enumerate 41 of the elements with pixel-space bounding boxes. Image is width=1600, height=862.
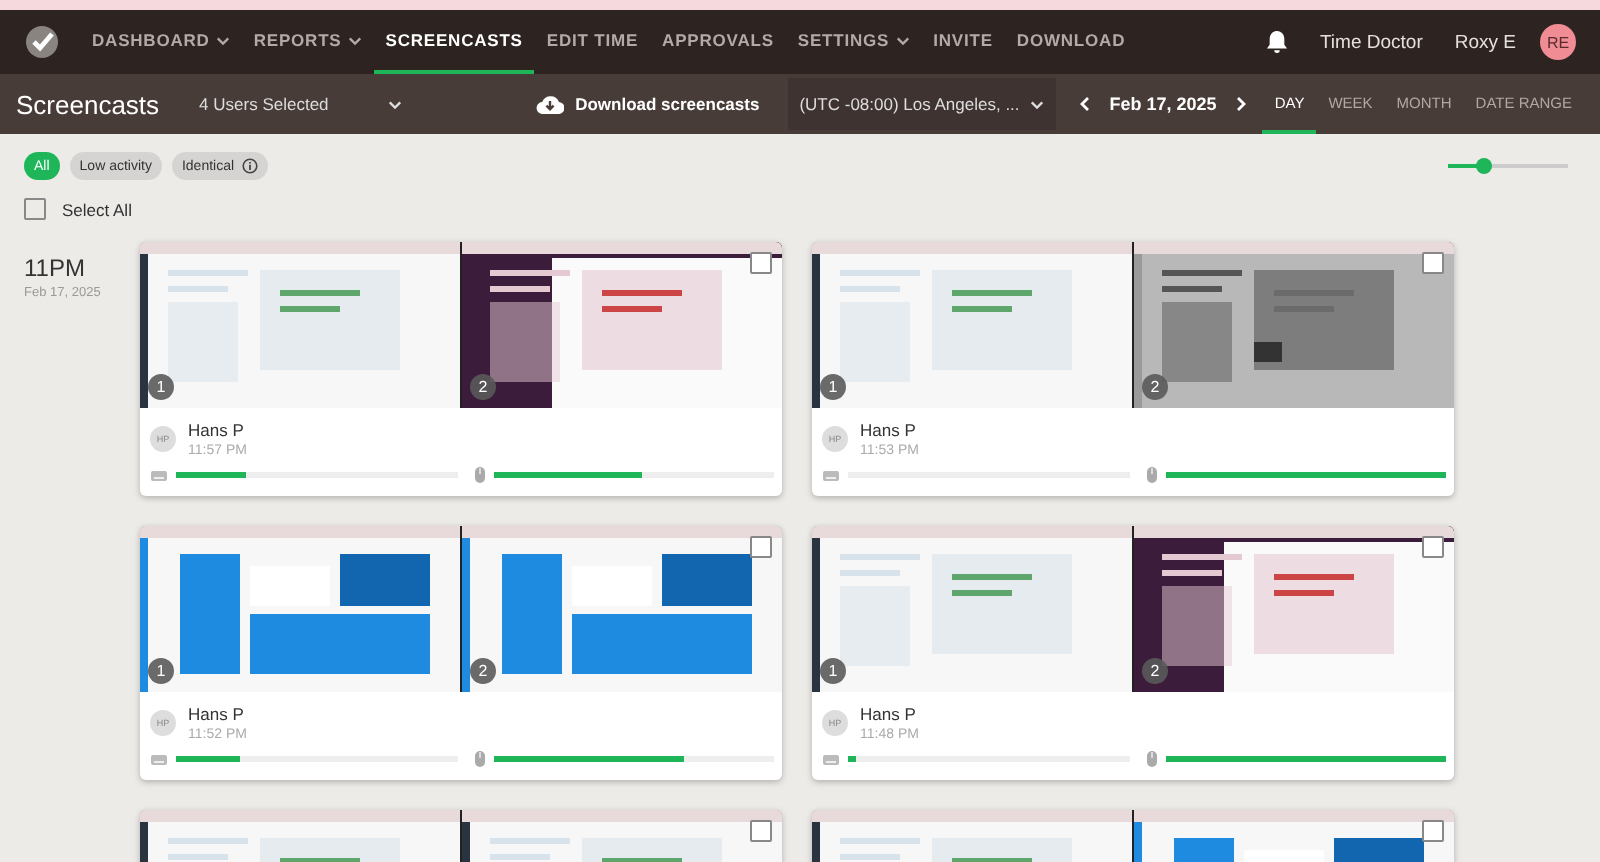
mouse-icon (473, 466, 485, 484)
nav-tab[interactable]: INVITE (921, 10, 1005, 74)
user-name: Hans P (188, 704, 246, 724)
card-checkbox[interactable] (1422, 252, 1444, 274)
keyboard-icon (150, 753, 168, 765)
user-name: Hans P (860, 420, 918, 440)
card-checkbox[interactable] (750, 536, 772, 558)
chevron-down-icon (388, 99, 403, 109)
cloud-download-icon (535, 94, 564, 114)
user-name[interactable]: Roxy E (1454, 31, 1516, 53)
page-title: Screencasts (16, 89, 160, 119)
checkmark-logo-icon[interactable] (24, 24, 60, 60)
mouse-icon (1145, 750, 1157, 768)
mouse-icon (473, 750, 485, 768)
hour-label: 11PM (24, 254, 87, 282)
download-button[interactable]: Download screencasts (523, 92, 772, 116)
nav-tab[interactable]: DASHBOARD (80, 10, 242, 74)
card-checkbox[interactable] (1422, 536, 1444, 558)
card-checkbox[interactable] (750, 252, 772, 274)
nav-tab[interactable]: EDIT TIME (534, 10, 651, 74)
nav-tab[interactable]: REPORTS (241, 10, 374, 74)
mouse-icon (1145, 466, 1157, 484)
user-avatar[interactable]: RE (1540, 24, 1576, 60)
slider-thumb[interactable] (1476, 158, 1492, 174)
chevron-down-icon (1029, 99, 1044, 109)
users-dropdown[interactable]: 4 Users Selected (199, 94, 403, 114)
company-name[interactable]: Time Doctor (1319, 31, 1423, 53)
select-all-checkbox[interactable] (24, 198, 46, 220)
timezone-dropdown[interactable]: (UTC -08:00) Los Angeles, ... (787, 78, 1056, 130)
current-date: Feb 17, 2025 (1109, 94, 1217, 114)
user-name: Hans P (860, 704, 918, 724)
card-checkbox[interactable] (1422, 820, 1444, 842)
nav-tab[interactable]: APPROVALS (650, 10, 786, 74)
card-checkbox[interactable] (750, 820, 772, 842)
keyboard-icon (150, 469, 168, 481)
nav-tab[interactable]: DOWNLOAD (1004, 10, 1138, 74)
nav-tab[interactable]: SETTINGS (785, 10, 922, 74)
user-name: Hans P (188, 420, 246, 440)
select-all-label: Select All (62, 199, 132, 219)
keyboard-icon (822, 753, 840, 765)
bell-icon[interactable] (1265, 30, 1288, 54)
